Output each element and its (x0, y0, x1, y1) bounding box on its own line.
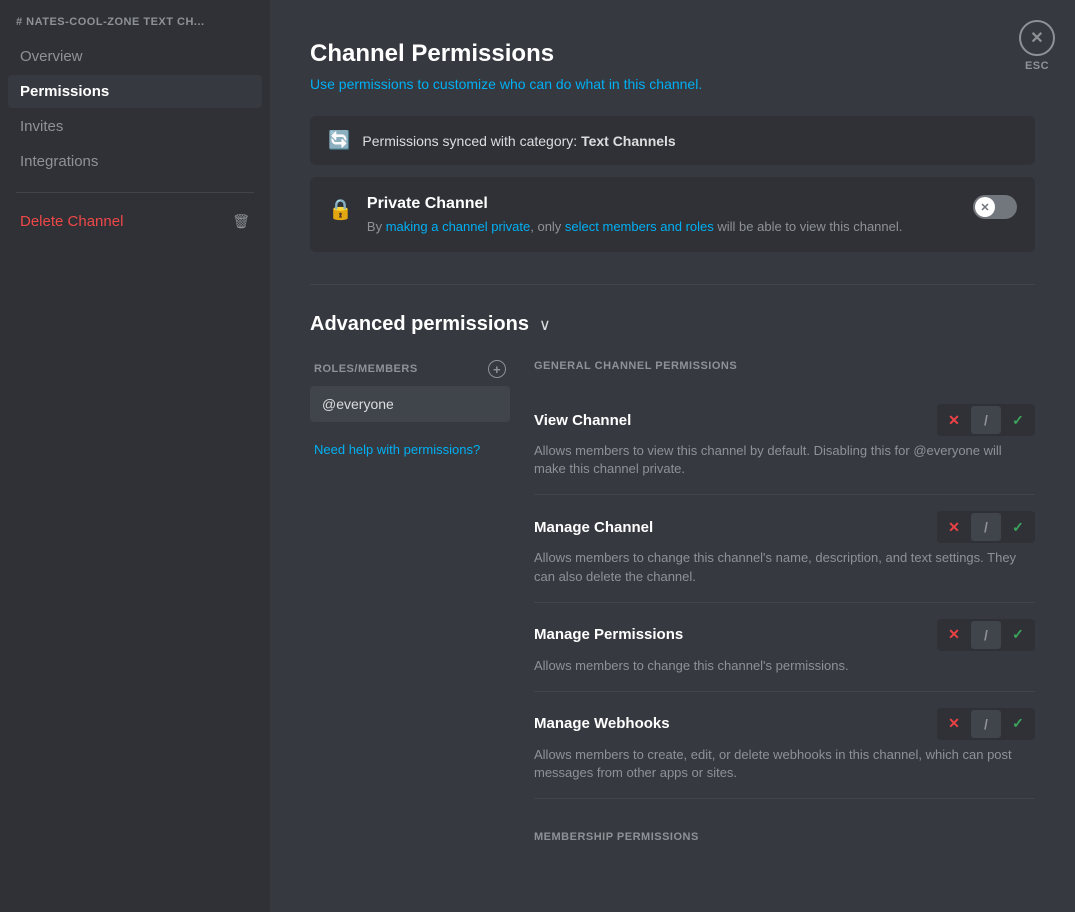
perm-allow-manage-channel[interactable]: ✓ (1003, 513, 1033, 541)
perm-allow-manage-webhooks[interactable]: ✓ (1003, 710, 1033, 738)
toggle-knob: ✕ (975, 197, 995, 217)
perm-deny-view-channel[interactable]: ✕ (939, 406, 969, 434)
perm-item-view-channel: View Channel ✕ / ✓ Allows members to vie… (534, 388, 1035, 495)
subtitle-text: Use permissions to customize who can do … (310, 76, 609, 92)
main-content: ✕ ESC Channel Permissions Use permission… (270, 0, 1075, 912)
esc-circle-icon[interactable]: ✕ (1019, 20, 1055, 56)
perm-desc-manage-channel: Allows members to change this channel's … (534, 549, 1035, 585)
perm-item-manage-permissions: Manage Permissions ✕ / ✓ Allows members … (534, 603, 1035, 692)
roles-header-label: ROLES/MEMBERS (314, 363, 418, 375)
trash-icon: 🗑 (232, 213, 250, 230)
chevron-down-icon[interactable]: ∨ (539, 315, 551, 335)
sync-text: Permissions synced with category: Text C… (362, 133, 675, 149)
channel-name: # NATES-COOL-ZONE TEXT CH... (8, 16, 262, 40)
perm-desc-manage-permissions: Allows members to change this channel's … (534, 657, 1035, 675)
private-card-content: Private Channel By making a channel priv… (367, 195, 959, 234)
perm-neutral-manage-permissions[interactable]: / (971, 621, 1001, 649)
perm-name-view-channel: View Channel (534, 412, 631, 429)
private-channel-desc: By making a channel private, only select… (367, 219, 959, 234)
sidebar-item-label: Invites (20, 118, 63, 135)
perm-row-manage-webhooks: Manage Webhooks ✕ / ✓ (534, 708, 1035, 740)
page-subtitle: Use permissions to customize who can do … (310, 76, 1035, 92)
perm-desc-view-channel: Allows members to view this channel by d… (534, 442, 1035, 478)
private-channel-card: 🔒 Private Channel By making a channel pr… (310, 177, 1035, 252)
perm-neutral-view-channel[interactable]: / (971, 406, 1001, 434)
sidebar-item-integrations[interactable]: Integrations (8, 145, 262, 178)
sidebar-divider (16, 192, 254, 193)
general-permissions-title: GENERAL CHANNEL PERMISSIONS (534, 360, 1035, 372)
perm-buttons-view-channel: ✕ / ✓ (937, 404, 1035, 436)
esc-button[interactable]: ✕ ESC (1019, 20, 1055, 72)
perm-row-view-channel: View Channel ✕ / ✓ (534, 404, 1035, 436)
private-channel-title: Private Channel (367, 195, 959, 213)
perm-row-manage-permissions: Manage Permissions ✕ / ✓ (534, 619, 1035, 651)
perm-item-manage-channel: Manage Channel ✕ / ✓ Allows members to c… (534, 495, 1035, 602)
perm-allow-manage-permissions[interactable]: ✓ (1003, 621, 1033, 649)
perm-neutral-manage-channel[interactable]: / (971, 513, 1001, 541)
sidebar-item-permissions[interactable]: Permissions (8, 75, 262, 108)
sidebar-item-label: Permissions (20, 83, 109, 100)
roles-header: ROLES/MEMBERS + (310, 360, 510, 378)
role-name: @everyone (322, 396, 394, 412)
perm-allow-view-channel[interactable]: ✓ (1003, 406, 1033, 434)
perm-neutral-manage-webhooks[interactable]: / (971, 710, 1001, 738)
subtitle-suffix: this channel. (620, 76, 703, 92)
esc-label: ESC (1025, 60, 1049, 72)
perm-name-manage-webhooks: Manage Webhooks (534, 715, 670, 732)
sidebar-item-delete-channel[interactable]: Delete Channel 🗑 (8, 205, 262, 238)
advanced-permissions-title: Advanced permissions (310, 313, 529, 336)
perm-item-manage-webhooks: Manage Webhooks ✕ / ✓ Allows members to … (534, 692, 1035, 799)
sidebar: # NATES-COOL-ZONE TEXT CH... Overview Pe… (0, 0, 270, 912)
sidebar-item-invites[interactable]: Invites (8, 110, 262, 143)
sidebar-item-overview[interactable]: Overview (8, 40, 262, 73)
perm-name-manage-channel: Manage Channel (534, 519, 653, 536)
section-divider (310, 284, 1035, 285)
page-title: Channel Permissions (310, 40, 1035, 68)
perm-row-manage-channel: Manage Channel ✕ / ✓ (534, 511, 1035, 543)
perm-name-manage-permissions: Manage Permissions (534, 626, 683, 643)
perm-buttons-manage-permissions: ✕ / ✓ (937, 619, 1035, 651)
sync-banner: 🔄 Permissions synced with category: Text… (310, 116, 1035, 165)
perm-buttons-manage-channel: ✕ / ✓ (937, 511, 1035, 543)
lock-icon: 🔒 (328, 197, 353, 222)
sidebar-item-label: Delete Channel (20, 213, 123, 230)
membership-permissions-title: MEMBERSHIP PERMISSIONS (534, 823, 1035, 843)
perm-buttons-manage-webhooks: ✕ / ✓ (937, 708, 1035, 740)
advanced-permissions-header: Advanced permissions ∨ (310, 313, 1035, 336)
sync-icon: 🔄 (328, 130, 350, 151)
sidebar-item-label: Overview (20, 48, 83, 65)
perm-deny-manage-webhooks[interactable]: ✕ (939, 710, 969, 738)
role-item-everyone[interactable]: @everyone (310, 386, 510, 422)
roles-panel: ROLES/MEMBERS + @everyone Need help with… (310, 360, 510, 843)
perm-deny-manage-channel[interactable]: ✕ (939, 513, 969, 541)
permissions-panel: GENERAL CHANNEL PERMISSIONS View Channel… (534, 360, 1035, 843)
perm-desc-manage-webhooks: Allows members to create, edit, or delet… (534, 746, 1035, 782)
private-channel-toggle[interactable]: ✕ (973, 195, 1017, 219)
sidebar-item-label: Integrations (20, 153, 98, 170)
perm-deny-manage-permissions[interactable]: ✕ (939, 621, 969, 649)
add-role-button[interactable]: + (488, 360, 506, 378)
permissions-layout: ROLES/MEMBERS + @everyone Need help with… (310, 360, 1035, 843)
help-permissions-link[interactable]: Need help with permissions? (310, 438, 510, 461)
subtitle-link: in (609, 76, 620, 92)
